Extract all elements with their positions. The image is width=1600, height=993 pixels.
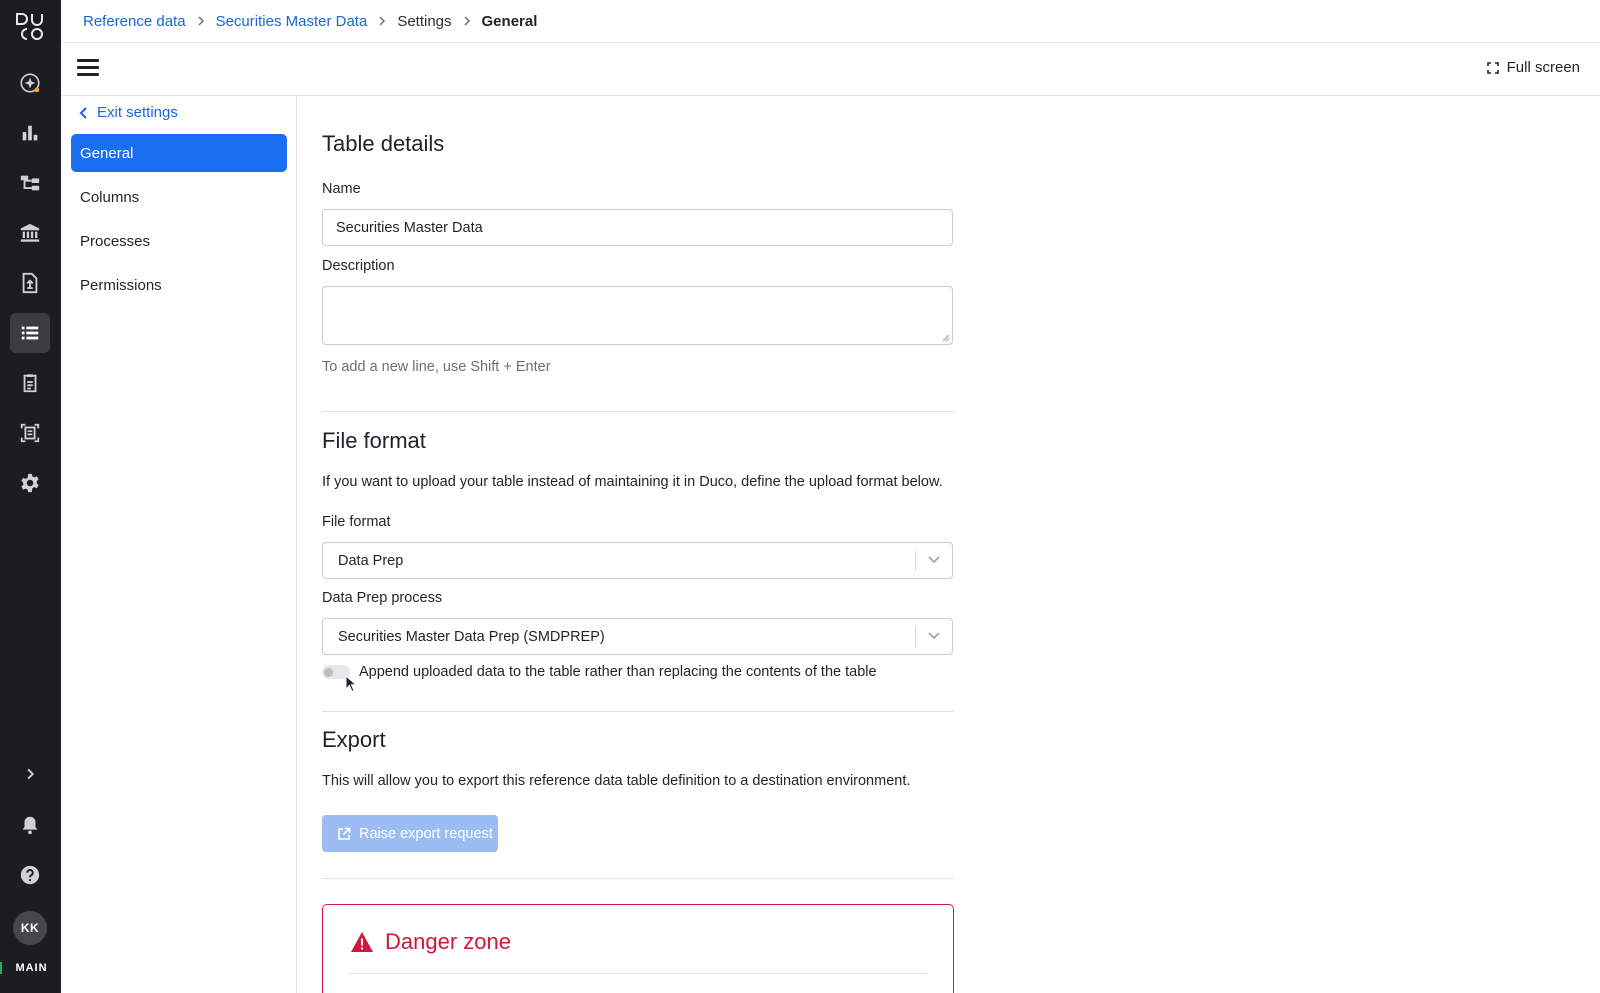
breadcrumb-settings: Settings (397, 12, 452, 30)
description-field[interactable] (322, 286, 953, 345)
danger-zone-title: Danger zone (385, 929, 511, 954)
mouse-cursor-icon (345, 675, 357, 693)
danger-zone-divider (349, 973, 927, 974)
data-prep-process-value: Securities Master Data Prep (SMDPREP) (338, 628, 605, 645)
rail-ai-assistant[interactable] (10, 63, 50, 103)
menu-icon[interactable] (77, 59, 99, 79)
file-format-label: File format (322, 514, 391, 530)
select-separator (915, 627, 916, 647)
app-rail: KK MAIN (0, 0, 61, 993)
rail-help[interactable] (10, 855, 50, 895)
external-link-icon (338, 827, 351, 840)
select-separator (915, 551, 916, 571)
rail-reports[interactable] (10, 363, 50, 403)
file-format-intro: If you want to upload your table instead… (322, 474, 943, 490)
help-icon (20, 865, 40, 885)
description-label: Description (322, 258, 395, 274)
section-divider (322, 411, 954, 412)
fullscreen-icon (1486, 61, 1499, 74)
page-toolbar: Full screen (61, 43, 1600, 96)
file-format-select[interactable]: Data Prep (322, 542, 953, 579)
gear-icon (21, 473, 39, 493)
rail-institutions[interactable] (10, 213, 50, 253)
settings-nav-processes[interactable]: Processes (71, 222, 287, 260)
user-avatar[interactable]: KK (13, 911, 47, 945)
expand-chevron-icon (27, 768, 35, 780)
data-prep-process-label: Data Prep process (322, 590, 443, 606)
settings-nav-columns[interactable]: Columns (71, 178, 287, 216)
duco-logo[interactable] (14, 12, 46, 44)
raise-export-request-label: Raise export request (359, 825, 493, 842)
rail-workflows[interactable] (10, 163, 50, 203)
scan-document-icon (20, 423, 40, 443)
exit-settings-label: Exit settings (97, 104, 178, 121)
breadcrumb: Reference data Securities Master Data Se… (61, 0, 1600, 43)
bank-icon (20, 223, 40, 242)
sparkle-icon (20, 73, 40, 93)
settings-nav-permissions[interactable]: Permissions (71, 266, 287, 304)
append-toggle-label: Append uploaded data to the table rather… (359, 664, 877, 680)
rail-uploads[interactable] (10, 263, 50, 303)
rail-reference-data[interactable] (10, 313, 50, 353)
chevron-left-icon (79, 106, 87, 119)
breadcrumb-reference-data[interactable]: Reference data (83, 13, 186, 30)
duco-logo-mark (16, 13, 43, 40)
exit-settings-link[interactable]: Exit settings (79, 104, 178, 121)
environment-label[interactable]: MAIN (0, 962, 61, 974)
resize-grip-icon[interactable] (941, 333, 950, 342)
rail-dashboards[interactable] (10, 113, 50, 153)
danger-zone-panel: Danger zone (322, 904, 954, 993)
rail-notifications[interactable] (10, 805, 50, 845)
raise-export-request-button[interactable]: Raise export request (322, 815, 498, 852)
description-hint: To add a new line, use Shift + Enter (322, 359, 551, 375)
chevron-right-icon (367, 16, 397, 26)
file-format-value: Data Prep (338, 552, 404, 569)
warning-icon (351, 932, 373, 952)
name-label: Name (322, 181, 361, 197)
append-toggle-row: Append uploaded data to the table rather… (322, 664, 877, 680)
export-intro: This will allow you to export this refer… (322, 773, 911, 789)
fullscreen-button[interactable]: Full screen (1486, 59, 1580, 76)
rail-document-scan[interactable] (10, 413, 50, 453)
settings-nav-general[interactable]: General (71, 134, 287, 172)
fullscreen-label: Full screen (1506, 59, 1580, 76)
breadcrumb-securities-master-data[interactable]: Securities Master Data (216, 13, 368, 30)
section-divider (322, 878, 954, 879)
name-field[interactable] (322, 209, 953, 246)
toggle-knob (324, 667, 333, 677)
chevron-right-icon (452, 16, 482, 26)
bell-icon (22, 816, 38, 835)
chevron-down-icon[interactable] (927, 555, 941, 565)
export-heading: Export (322, 727, 386, 752)
section-divider (322, 711, 954, 712)
rail-settings[interactable] (10, 463, 50, 503)
data-prep-process-select[interactable]: Securities Master Data Prep (SMDPREP) (322, 618, 953, 655)
clipboard-icon (23, 374, 37, 393)
chevron-down-icon[interactable] (927, 631, 941, 641)
file-upload-icon (22, 272, 38, 294)
breadcrumb-general: General (481, 12, 538, 30)
chevron-right-icon (186, 16, 216, 26)
settings-sidebar: Exit settings General Columns Processes … (61, 96, 297, 993)
file-format-heading: File format (322, 428, 426, 453)
rail-expand[interactable] (10, 754, 50, 794)
hierarchy-icon (20, 175, 40, 191)
danger-zone-heading: Danger zone (350, 929, 511, 955)
table-list-icon (21, 326, 39, 340)
bar-chart-icon (22, 125, 38, 141)
table-details-heading: Table details (322, 131, 445, 156)
